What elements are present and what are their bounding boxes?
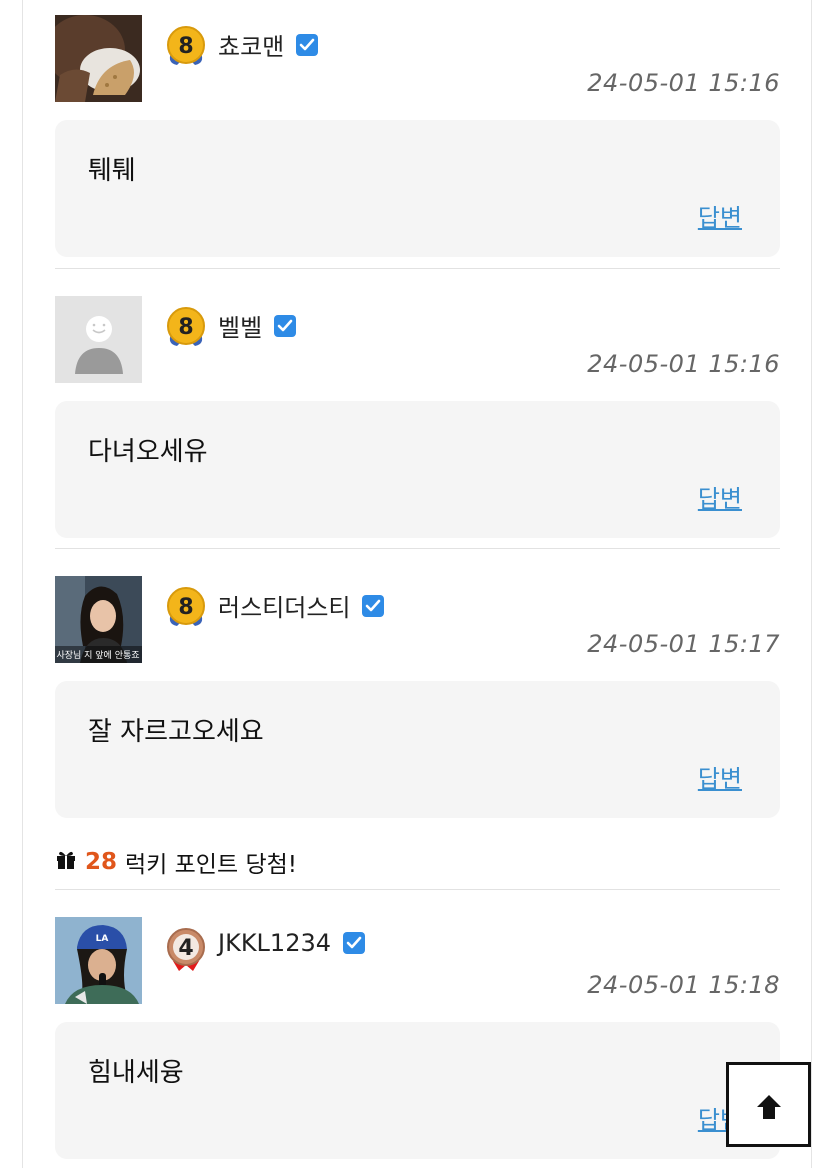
timestamp: 24-05-01 15:16 <box>587 69 780 97</box>
avatar[interactable]: LA <box>55 917 142 1004</box>
scroll-to-top-button[interactable] <box>726 1062 811 1147</box>
comment-bubble: 잘 자르고오세요 답변 <box>55 681 780 818</box>
svg-text:8: 8 <box>178 595 193 620</box>
comment-text: 잘 자르고오세요 <box>88 717 264 747</box>
nickname-text: 쵸코맨 <box>218 33 285 61</box>
arrow-up-icon <box>757 1095 781 1119</box>
avatar[interactable]: 사장님 지 앞에 안통죠 <box>55 576 142 663</box>
verified-check-icon <box>296 33 319 56</box>
avatar[interactable] <box>55 15 142 102</box>
timestamp: 24-05-01 15:18 <box>587 971 780 999</box>
comment-bubble: 다녀오세유 답변 <box>55 401 780 538</box>
svg-text:4: 4 <box>178 936 193 961</box>
level-badge-icon: 8 <box>163 23 209 69</box>
svg-text:LA: LA <box>96 934 109 944</box>
level-badge-icon: 8 <box>163 584 209 630</box>
lucky-points-notice: 28 럭키 포인트 당첨! <box>55 845 297 879</box>
svg-text:8: 8 <box>178 315 193 340</box>
reply-link[interactable]: 답변 <box>698 479 742 514</box>
nickname[interactable]: 벨벨 <box>218 308 297 343</box>
comment-bubble: 힘내세융 답변 <box>55 1022 780 1159</box>
svg-text:사장님 지 앞에 안통죠: 사장님 지 앞에 안통죠 <box>56 649 139 661</box>
nickname[interactable]: 러스티더스티 <box>218 588 385 623</box>
divider <box>55 268 780 269</box>
verified-check-icon <box>343 932 366 954</box>
nickname-text: JKKL1234 <box>218 929 332 957</box>
nickname[interactable]: JKKL1234 <box>218 929 366 957</box>
reply-link[interactable]: 답변 <box>698 198 742 233</box>
svg-text:8: 8 <box>178 34 193 59</box>
nickname[interactable]: 쵸코맨 <box>218 27 319 62</box>
avatar[interactable] <box>55 296 142 383</box>
gift-icon <box>55 848 77 876</box>
comment-text: 힘내세융 <box>88 1058 184 1088</box>
timestamp: 24-05-01 15:17 <box>587 630 780 658</box>
level-badge-icon: 4 <box>163 925 209 971</box>
reply-link[interactable]: 답변 <box>698 759 742 794</box>
comment-text: 퉤퉤 <box>88 156 136 186</box>
verified-check-icon <box>274 314 297 337</box>
comment-bubble: 퉤퉤 답변 <box>55 120 780 257</box>
lucky-points-text: 럭키 포인트 당첨! <box>125 852 297 878</box>
divider <box>55 889 780 890</box>
comment-text: 다녀오세유 <box>88 437 208 467</box>
level-badge-icon: 8 <box>163 304 209 350</box>
divider <box>55 548 780 549</box>
lucky-points-value: 28 <box>85 849 118 875</box>
nickname-text: 러스티더스티 <box>218 594 351 622</box>
nickname-text: 벨벨 <box>218 314 263 342</box>
verified-check-icon <box>362 594 385 617</box>
timestamp: 24-05-01 15:16 <box>587 350 780 378</box>
